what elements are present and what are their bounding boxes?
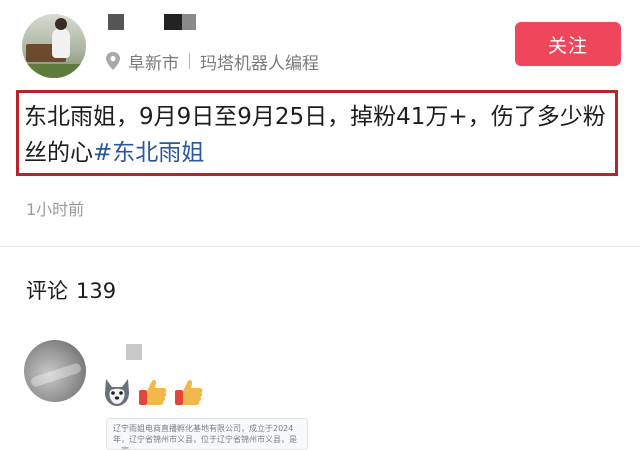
meta-divider: [189, 53, 190, 69]
comment-image-attachment[interactable]: 辽宁雨姐电商直播孵化基地有限公司，成立于2024年，辽宁省锦州市义县，位于辽宁省…: [106, 418, 308, 450]
redaction-block: [164, 14, 182, 30]
avatar-cloud: [29, 362, 83, 388]
post-hashtag-link[interactable]: #东北雨姐: [93, 140, 204, 166]
location-label: 阜新市: [128, 53, 179, 74]
comments-label: 评论: [26, 279, 68, 303]
husky-dog-icon: [100, 375, 134, 409]
comments-count: 139: [76, 279, 117, 303]
attachment-text: 辽宁雨姐电商直播孵化基地有限公司，成立于2024年，辽宁省锦州市义县，位于辽宁省…: [113, 424, 297, 449]
post-timestamp: 1小时前: [26, 200, 85, 219]
account-label: 玛塔机器人编程: [200, 53, 319, 74]
comments-header: 评论 139: [26, 275, 116, 305]
section-divider: [0, 246, 640, 247]
user-meta-row: 阜新市 玛塔机器人编程: [104, 50, 319, 74]
avatar-person: [52, 28, 70, 58]
user-avatar[interactable]: [22, 14, 86, 78]
avatar-head: [55, 18, 67, 30]
avatar-grass: [22, 64, 86, 78]
post-text: 东北雨姐，9月9日至9月25日，掉粉41万+，伤了多少粉丝的心#东北雨姐: [24, 99, 616, 171]
comment-emoji-row: [100, 374, 206, 410]
redaction-block: [108, 14, 124, 30]
follow-button[interactable]: 关注: [515, 22, 621, 66]
thumbs-up-icon: [136, 375, 170, 409]
commenter-name-redacted[interactable]: [126, 344, 142, 360]
redaction-block: [182, 14, 196, 30]
location-pin-icon: [104, 51, 122, 71]
commenter-avatar[interactable]: [24, 340, 86, 402]
thumbs-up-icon: [172, 375, 206, 409]
